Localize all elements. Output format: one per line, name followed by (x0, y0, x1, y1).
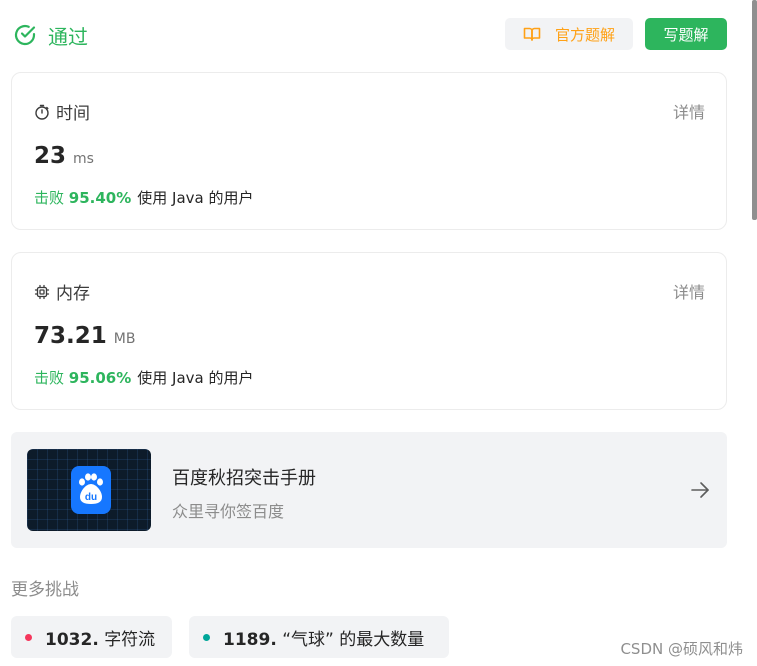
runtime-number: 23 (34, 143, 67, 169)
memory-beat-prefix: 击败 (34, 369, 65, 387)
challenge-label: 1032. 字符流 (45, 625, 155, 650)
challenge-chip[interactable]: 1032. 字符流 (11, 616, 172, 658)
memory-header: 内存 (34, 279, 90, 304)
watermark: CSDN @硕风和炜 (620, 640, 743, 658)
challenge-name: “气球” 的最大数量 (282, 629, 425, 650)
runtime-beat-prefix: 击败 (34, 189, 65, 207)
book-icon (523, 26, 541, 42)
arrow-right-icon[interactable] (689, 479, 711, 501)
runtime-beat: 击败 95.40% 使用 Java 的用户 (34, 187, 254, 208)
memory-detail-link[interactable]: 详情 (673, 279, 705, 303)
more-challenges-title: 更多挑战 (11, 580, 79, 600)
runtime-header: 时间 (34, 99, 90, 124)
memory-number: 73.21 (34, 323, 107, 349)
runtime-beat-percent: 95.40% (68, 189, 132, 207)
runtime-card: 时间 详情 23 ms 击败 95.40% 使用 Java 的用户 (11, 72, 727, 230)
memory-title: 内存 (56, 284, 90, 304)
official-solution-button[interactable]: 官方题解 (505, 18, 633, 50)
challenge-id: 1032. (45, 629, 99, 650)
ad-banner[interactable]: du 百度秋招突击手册 众里寻你签百度 (11, 432, 727, 548)
ad-subtitle: 众里寻你签百度 (172, 502, 285, 521)
challenge-label: 1189. “气球” 的最大数量 (223, 625, 424, 650)
memory-beat-suffix: 使用 Java 的用户 (137, 369, 254, 387)
runtime-value: 23 ms (34, 143, 94, 169)
memory-beat: 击败 95.06% 使用 Java 的用户 (34, 367, 254, 388)
header-actions: 官方题解 写题解 (505, 18, 727, 50)
runtime-detail-link[interactable]: 详情 (673, 99, 705, 123)
runtime-beat-suffix: 使用 Java 的用户 (137, 189, 254, 207)
runtime-unit: ms (73, 151, 94, 167)
challenge-chip[interactable]: 1189. “气球” 的最大数量 (189, 616, 449, 658)
challenge-name: 字符流 (104, 629, 156, 650)
official-solution-label: 官方题解 (554, 25, 615, 44)
difficulty-dot-icon (25, 633, 32, 641)
ad-logo-text: du (85, 492, 97, 503)
memory-card: 内存 详情 73.21 MB 击败 95.06% 使用 Java 的用户 (11, 252, 727, 410)
scrollbar[interactable] (752, 0, 757, 220)
check-circle-icon (12, 22, 38, 48)
memory-beat-percent: 95.06% (68, 369, 132, 387)
difficulty-dot-icon (203, 633, 210, 641)
status-text: 通过 (48, 24, 88, 49)
result-header: 通过 官方题解 写题解 (12, 18, 727, 52)
chip-icon (34, 284, 50, 300)
challenge-id: 1189. (223, 629, 277, 650)
ad-thumbnail: du (27, 449, 151, 531)
memory-unit: MB (113, 331, 136, 347)
timer-icon (34, 104, 50, 120)
ad-title: 百度秋招突击手册 (172, 468, 316, 489)
write-solution-button[interactable]: 写题解 (645, 18, 727, 50)
runtime-title: 时间 (56, 104, 90, 124)
baidu-logo-icon: du (71, 466, 111, 514)
memory-value: 73.21 MB (34, 323, 135, 349)
